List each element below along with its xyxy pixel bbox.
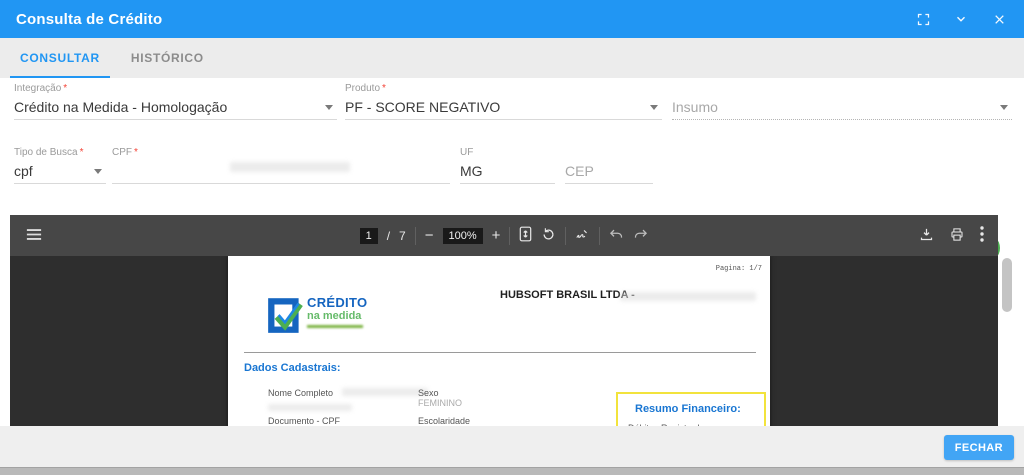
cep-field [565,146,653,184]
chevron-down-icon [325,105,333,110]
logo-checkmark-icon [268,294,304,341]
dados-cadastrais-title: Dados Cadastrais: [244,362,341,374]
fullscreen-icon[interactable] [914,10,932,28]
undo-icon [609,228,624,244]
rotate-icon [541,227,556,245]
redo-icon [633,228,648,244]
collapse-chevron-icon[interactable] [952,10,970,28]
produto-select[interactable]: Produto* PF - SCORE NEGATIVO [345,82,662,120]
cpf-label: CPF [112,147,132,158]
consulta-credito-modal: Consulta de Crédito CONSULTAR HISTÓRICO … [0,0,1024,475]
zoom-level[interactable]: 100% [443,228,483,244]
tipo-busca-label: Tipo de Busca [14,147,78,158]
required-marker: * [134,147,138,158]
produto-label: Produto [345,83,380,94]
annotate-button[interactable] [575,227,590,245]
sexo-value: FEMININO [418,398,462,408]
modal-header: Consulta de Crédito [0,0,1024,38]
pen-signature-icon [575,227,590,245]
escolaridade-label: Escolaridade [418,416,470,426]
zoom-in-button[interactable]: + [492,228,501,243]
insumo-placeholder: Insumo [672,96,1012,118]
company-header: HUBSOFT BRASIL LTDA - [500,289,635,301]
print-icon [949,227,965,245]
page-total: 7 [399,229,406,243]
uf-input[interactable] [460,160,555,182]
pdf-viewer: 1 / 7 − 100% + [10,215,998,426]
cpf-field: CPF* [112,146,450,184]
window-bottom-edge [0,467,1024,475]
credito-na-medida-logo: CRÉDITO na medida [268,294,367,341]
produto-value: PF - SCORE NEGATIVO [345,96,662,118]
sexo-label: Sexo [418,388,439,398]
download-icon [919,227,934,245]
logo-tagline [307,325,363,328]
resumo-financeiro-title: Resumo Financeiro: [635,403,764,415]
toolbar-divider [565,227,566,245]
more-options-button[interactable] [980,226,984,245]
fit-page-button[interactable] [519,226,532,245]
tab-historico[interactable]: HISTÓRICO [121,38,214,78]
resumo-financeiro-box: Resumo Financeiro: Débitos Registrados [616,392,766,426]
chevron-down-icon [94,169,102,174]
documento-cpf-label: Documento - CPF [268,416,340,426]
pdf-canvas[interactable]: Pagina: 1/7 HUBSOFT BRASIL LTDA - CRÉDIT… [10,256,998,426]
fechar-button[interactable]: FECHAR [944,435,1014,460]
page-divider: / [387,229,390,243]
uf-label: UF [460,146,555,160]
logo-title: CRÉDITO [307,296,367,310]
page-title: Consulta de Crédito [16,11,162,28]
modal-footer: FECHAR [0,426,1024,467]
print-button[interactable] [949,227,965,245]
scrollbar-thumb[interactable] [1002,258,1012,312]
close-icon[interactable] [990,10,1008,28]
search-form: Integração* Crédito na Medida - Homologa… [0,78,1024,215]
redacted-nome-line2 [268,404,352,411]
fit-page-icon [519,226,532,245]
toolbar-divider [415,227,416,245]
required-marker: * [80,147,84,158]
insumo-select[interactable]: Insumo [672,82,1012,120]
toolbar-divider [509,227,510,245]
required-marker: * [63,83,67,94]
cep-input[interactable] [565,160,653,182]
chevron-down-icon [1000,105,1008,110]
window-controls [914,10,1008,28]
nome-completo-label: Nome Completo [268,388,333,398]
undo-button[interactable] [609,228,624,244]
rotate-button[interactable] [541,227,556,245]
integracao-label: Integração [14,83,61,94]
zoom-out-button[interactable]: − [425,228,434,243]
page-number-input[interactable]: 1 [360,228,378,244]
required-marker: * [382,83,386,94]
kebab-menu-icon [980,226,984,245]
tab-consultar[interactable]: CONSULTAR [10,38,110,78]
tipo-busca-select[interactable]: Tipo de Busca* cpf [14,146,106,184]
chevron-down-icon [650,105,658,110]
logo-subtitle: na medida [307,310,367,322]
document-divider [244,352,756,353]
toolbar-divider [599,227,600,245]
integracao-select[interactable]: Integração* Crédito na Medida - Homologa… [14,82,337,120]
uf-field: UF [460,146,555,184]
redacted-nome-value [342,388,428,396]
download-button[interactable] [919,227,934,245]
tipo-busca-value: cpf [14,160,106,182]
pdf-toolbar: 1 / 7 − 100% + [10,215,998,256]
redacted-company-info [620,292,756,301]
redo-button[interactable] [633,228,648,244]
page-indicator: Pagina: 1/7 [716,265,762,273]
pdf-page: Pagina: 1/7 HUBSOFT BRASIL LTDA - CRÉDIT… [228,256,770,426]
redacted-cpf-value [230,162,350,172]
integracao-value: Crédito na Medida - Homologação [14,96,337,118]
tab-bar: CONSULTAR HISTÓRICO [0,38,1024,78]
